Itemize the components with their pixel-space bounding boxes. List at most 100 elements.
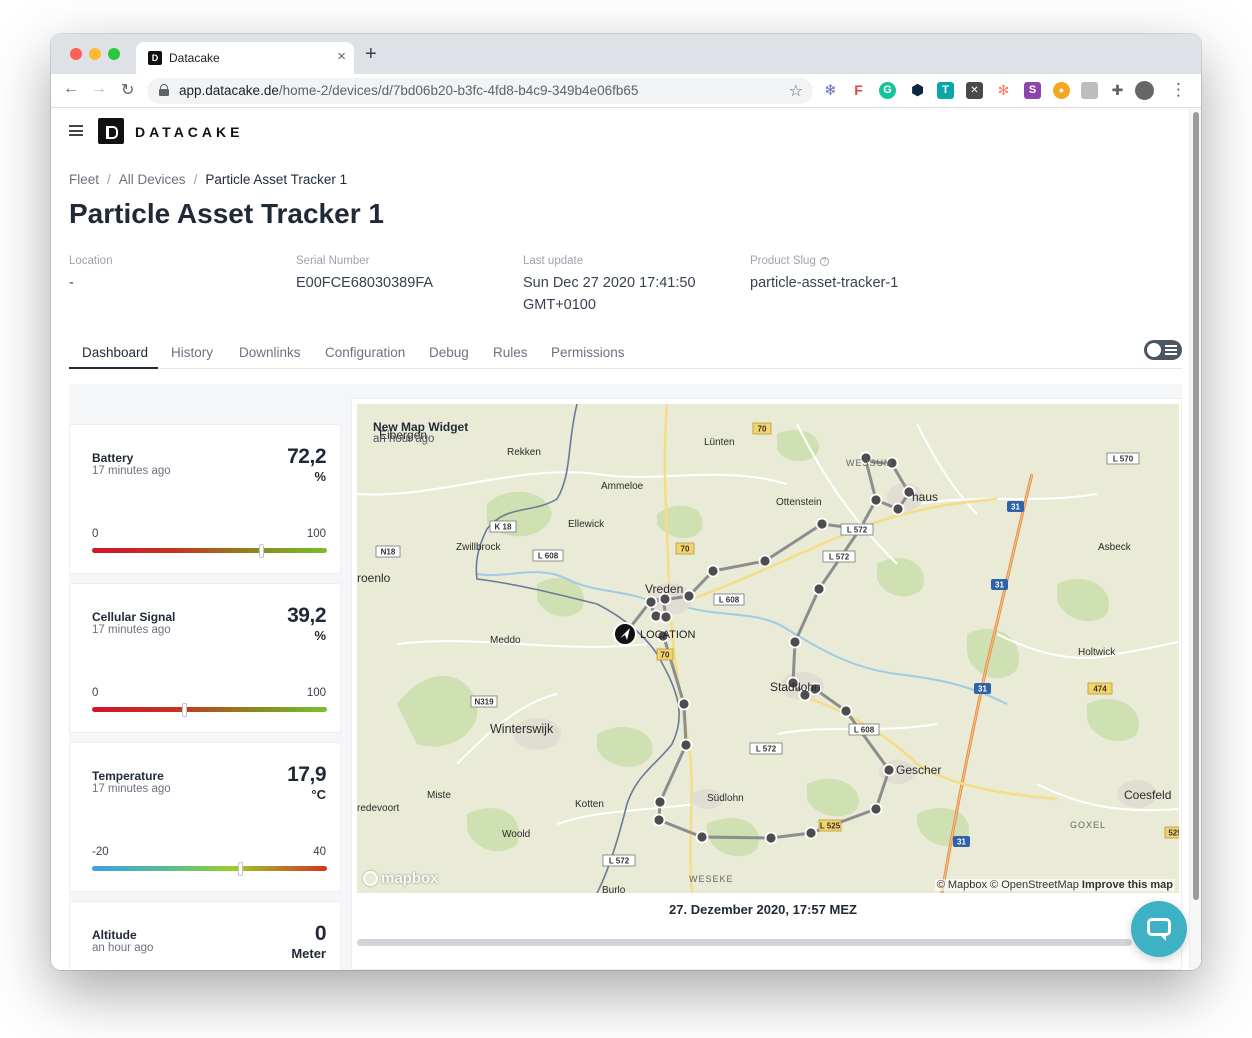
road-label: L 608: [854, 726, 875, 735]
widget-value: 72,2: [287, 445, 326, 468]
tab-dashboard[interactable]: Dashboard: [82, 345, 148, 360]
tab-configuration[interactable]: Configuration: [325, 345, 405, 360]
toggle-knob: [1147, 343, 1161, 357]
place-label: Südlohn: [707, 793, 744, 804]
widget-title: Cellular Signal: [92, 610, 176, 624]
place-label: Zwillbrock: [456, 542, 501, 553]
road-label: 525: [1168, 829, 1179, 838]
meta-location-value: -: [69, 275, 74, 291]
profile-avatar[interactable]: [1135, 81, 1154, 100]
meta-product-slug-label-text: Product Slug: [750, 255, 816, 267]
browser-menu-icon[interactable]: ⋮: [1170, 80, 1187, 100]
map-widget-timestamp: an hour ago: [373, 433, 435, 445]
app-logo-text[interactable]: DATACAKE: [135, 124, 243, 140]
road-label: 31: [978, 685, 987, 694]
s-extension-icon[interactable]: S: [1024, 82, 1041, 99]
tool-extension-icon[interactable]: ✕: [966, 82, 983, 99]
tab-debug[interactable]: Debug: [429, 345, 469, 360]
mapbox-logo-text: mapbox: [381, 870, 439, 887]
road-label: 474: [1093, 685, 1107, 694]
widget-title: Temperature: [92, 769, 164, 783]
road-label: L 572: [829, 553, 850, 562]
mapbox-logo[interactable]: mapbox: [363, 870, 439, 887]
road-label: L 572: [847, 526, 868, 535]
new-tab-icon[interactable]: +: [365, 43, 377, 66]
gauge-indicator: [238, 862, 244, 876]
bookmark-star-icon[interactable]: ☆: [789, 81, 803, 101]
reload-icon[interactable]: ↻: [121, 80, 134, 100]
puzzle-extensions-icon[interactable]: ✚: [1109, 82, 1126, 99]
map-timeline-slider[interactable]: [357, 939, 1132, 946]
gauge-max: 100: [306, 528, 326, 540]
place-label: Holtwick: [1078, 647, 1116, 658]
edit-mode-toggle[interactable]: [1144, 340, 1182, 360]
road-label: K 18: [495, 523, 512, 532]
menu-icon[interactable]: [69, 125, 83, 136]
snowflake-extension-icon[interactable]: ❄: [822, 82, 839, 99]
meta-serial-value: E00FCE68030389FA: [296, 275, 434, 291]
gauge-indicator: [259, 544, 265, 558]
road-label: L 525: [820, 822, 841, 831]
page-scrollbar[interactable]: [1189, 108, 1201, 970]
road-label: L 570: [1113, 455, 1134, 464]
gauge-min: -20: [92, 846, 109, 858]
close-window-button[interactable]: [70, 48, 82, 60]
square-extension-icon[interactable]: [1081, 82, 1098, 99]
place-label: Ellewick: [568, 519, 605, 530]
page-viewport: DATACAKE Fleet / All Devices / Particle Asse…: [51, 108, 1201, 970]
meta-product-slug: Product Slug? particle-asset-tracker-1: [750, 255, 898, 294]
browser-window: D Datacake × + ← → ↻ app.datacake.de/hom…: [51, 34, 1201, 970]
place-label: GOXEL: [1070, 820, 1106, 830]
breadcrumb-all-devices[interactable]: All Devices: [119, 172, 186, 187]
url-host: app.datacake.de: [179, 83, 279, 98]
datacake-logo-icon[interactable]: [98, 118, 124, 144]
tab-downlinks[interactable]: Downlinks: [239, 345, 301, 360]
hexagon-extension-icon[interactable]: ⬢: [909, 82, 926, 99]
map-attribution: © Mapbox © OpenStreetMap Improve this ma…: [934, 879, 1175, 891]
road-label: L 572: [756, 745, 777, 754]
meta-serial: Serial Number E00FCE68030389FA: [296, 255, 433, 294]
help-icon[interactable]: ?: [819, 256, 829, 266]
attribution-text[interactable]: © Mapbox © OpenStreetMap: [937, 879, 1079, 891]
tab-rules[interactable]: Rules: [493, 345, 528, 360]
chat-launcher-button[interactable]: [1131, 901, 1187, 957]
meta-last-update-label: Last update: [523, 255, 584, 267]
gauge-max: 100: [306, 687, 326, 699]
close-tab-icon[interactable]: ×: [337, 48, 346, 65]
browser-tabstrip: D Datacake × +: [51, 34, 1201, 74]
orange-extension-icon[interactable]: ●: [1053, 82, 1070, 99]
forward-icon[interactable]: →: [91, 80, 107, 98]
improve-map-link[interactable]: Improve this map: [1082, 879, 1173, 891]
map-svg: LOCATION L 570 70 70 K 18 L 608 N18 L 60…: [357, 404, 1179, 893]
map-canvas[interactable]: LOCATION L 570 70 70 K 18 L 608 N18 L 60…: [357, 404, 1179, 893]
place-label: Stadtlohn: [770, 680, 821, 694]
browser-tab[interactable]: D Datacake ×: [136, 42, 354, 74]
maximize-window-button[interactable]: [108, 48, 120, 60]
grammarly-extension-icon[interactable]: G: [879, 82, 896, 99]
place-label: redevoort: [357, 803, 399, 814]
place-label: Ammeloe: [601, 481, 644, 492]
location-marker-icon[interactable]: [613, 622, 637, 646]
hubspot-extension-icon[interactable]: ✻: [995, 82, 1012, 99]
extensions-bar: ❄ F G ⬢ T ✕ ✻ S ● ✚: [819, 81, 1165, 101]
gauge-bar: [92, 548, 327, 553]
widget-unit: %: [314, 628, 326, 643]
meta-last-update-line2: GMT+0100: [523, 297, 596, 313]
place-label: Coesfeld: [1124, 788, 1171, 802]
road-label: 70: [758, 425, 767, 434]
place-label: Vreden: [645, 582, 683, 596]
place-label: Kotten: [575, 799, 604, 810]
address-bar[interactable]: app.datacake.de/home-2/devices/d/7bd06b2…: [147, 78, 813, 104]
breadcrumb-fleet[interactable]: Fleet: [69, 172, 99, 187]
place-label: Woold: [502, 829, 530, 840]
back-icon[interactable]: ←: [63, 80, 79, 98]
meta-location-label: Location: [69, 255, 113, 267]
tab-permissions[interactable]: Permissions: [551, 345, 625, 360]
f-extension-icon[interactable]: F: [850, 82, 867, 99]
address-url[interactable]: app.datacake.de/home-2/devices/d/7bd06b2…: [179, 83, 638, 98]
t-extension-icon[interactable]: T: [937, 82, 954, 99]
tab-history[interactable]: History: [171, 345, 213, 360]
scrollbar-thumb[interactable]: [1193, 112, 1199, 900]
meta-last-update-value: Sun Dec 27 2020 17:41:50 GMT+0100: [523, 272, 696, 316]
minimize-window-button[interactable]: [89, 48, 101, 60]
